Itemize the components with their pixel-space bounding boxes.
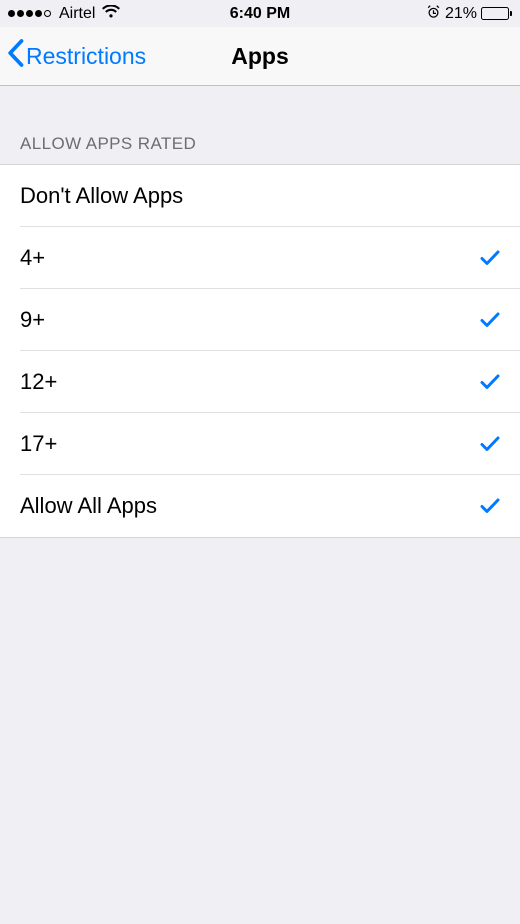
status-bar: Airtel 6:40 PM 21% (0, 0, 520, 27)
back-label: Restrictions (26, 43, 146, 70)
row-dont-allow-apps[interactable]: Don't Allow Apps (0, 165, 520, 227)
row-4-plus[interactable]: 4+ (0, 227, 520, 289)
row-label: 17+ (20, 431, 57, 457)
row-label: 12+ (20, 369, 57, 395)
checkmark-icon (478, 494, 502, 518)
row-label: 4+ (20, 245, 45, 271)
carrier-label: Airtel (59, 5, 95, 23)
battery-icon (481, 7, 512, 20)
row-allow-all-apps[interactable]: Allow All Apps (0, 475, 520, 537)
alarm-icon (426, 4, 441, 23)
row-label: Don't Allow Apps (20, 183, 183, 209)
row-17-plus[interactable]: 17+ (0, 413, 520, 475)
checkmark-icon (478, 308, 502, 332)
nav-bar: Restrictions Apps (0, 27, 520, 86)
checkmark-icon (478, 432, 502, 456)
ratings-list: Don't Allow Apps 4+ 9+ 12+ 17+ Allow All… (0, 164, 520, 538)
checkmark-icon (478, 246, 502, 270)
row-9-plus[interactable]: 9+ (0, 289, 520, 351)
status-time: 6:40 PM (230, 5, 290, 23)
checkmark-icon (478, 370, 502, 394)
status-right: 21% (426, 4, 512, 23)
back-button[interactable]: Restrictions (0, 39, 146, 73)
status-left: Airtel (8, 5, 120, 23)
chevron-left-icon (7, 39, 24, 73)
battery-percent: 21% (445, 5, 477, 23)
wifi-icon (102, 5, 120, 23)
section-header: ALLOW APPS RATED (0, 86, 520, 164)
page-title: Apps (231, 43, 289, 70)
row-label: Allow All Apps (20, 493, 157, 519)
signal-strength-icon (8, 10, 51, 17)
row-12-plus[interactable]: 12+ (0, 351, 520, 413)
row-label: 9+ (20, 307, 45, 333)
